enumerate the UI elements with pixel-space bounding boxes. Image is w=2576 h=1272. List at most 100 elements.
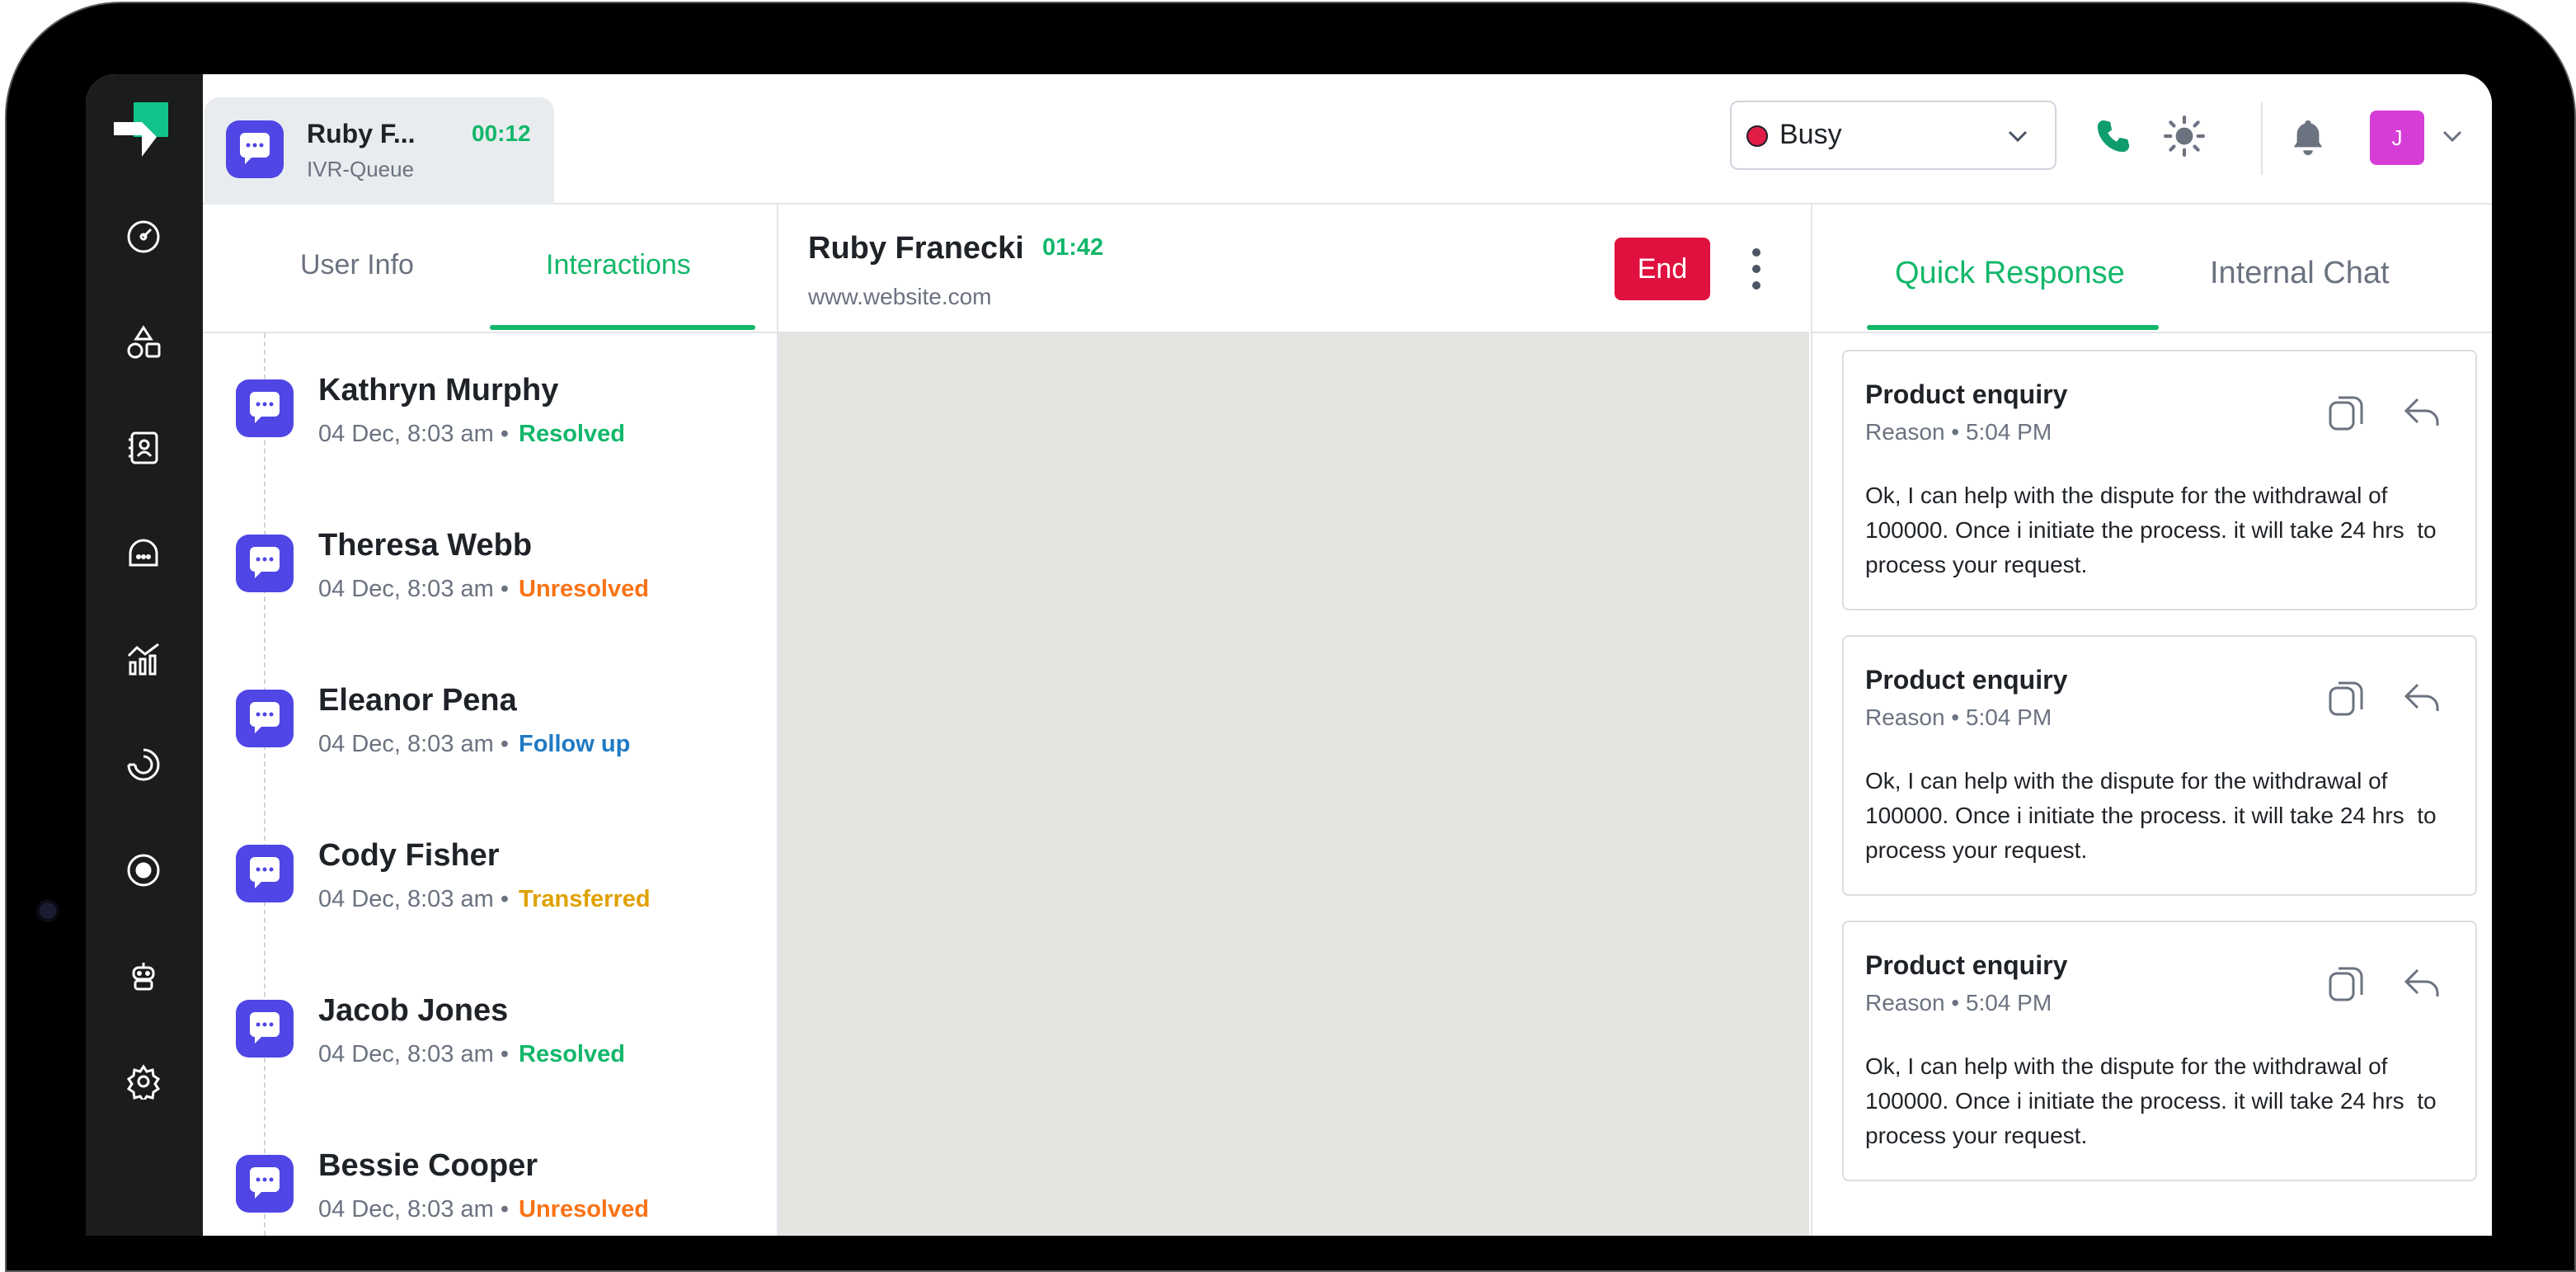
more-options-icon[interactable]: [1748, 246, 1765, 292]
interactions-panel: User Info Interactions Kathryn Murphy 04 …: [203, 205, 778, 1236]
left-tabs: User Info Interactions: [203, 205, 777, 333]
quick-response-card[interactable]: Product enquiry Reason • 5:04 PM Ok, I can…: [1842, 635, 2477, 896]
interaction-date: 04 Dec, 8:03 am •: [318, 576, 509, 602]
sidebar: [86, 74, 203, 1236]
conversation-body: [778, 333, 1809, 1236]
chat-icon[interactable]: [123, 533, 164, 574]
list-item[interactable]: Eleanor Pena 04 Dec, 8:03 am • Follow up: [203, 643, 777, 799]
list-item[interactable]: Jacob Jones 04 Dec, 8:03 am • Resolved: [203, 954, 777, 1109]
chat-bubble-icon: [226, 120, 284, 178]
chevron-down-icon[interactable]: [2436, 111, 2469, 162]
conversation-timer: 01:42: [1042, 234, 1104, 261]
bell-icon[interactable]: [2282, 111, 2334, 162]
copy-icon[interactable]: [2325, 963, 2367, 1005]
chat-bubble-icon: [236, 690, 294, 747]
chat-bubble-icon: [236, 1155, 294, 1213]
response-title: Product enquiry: [1865, 379, 2068, 409]
response-body: Ok, I can help with the dispute for the …: [1865, 1053, 2443, 1148]
interaction-name: Kathryn Murphy: [318, 373, 559, 408]
status-badge: Resolved: [519, 421, 625, 447]
reply-icon[interactable]: [2401, 678, 2442, 719]
brand-logo: [114, 102, 168, 157]
dashboard-icon[interactable]: [123, 216, 164, 257]
status-dropdown[interactable]: Busy: [1730, 101, 2057, 170]
conversation-panel: Ruby Franecki 01:42 www.website.com End: [778, 205, 1809, 1236]
quick-response-card[interactable]: Product enquiry Reason • 5:04 PM Ok, I can…: [1842, 350, 2477, 610]
app-screen: Ruby F... IVR-Queue 00:12 Busy J User In…: [86, 74, 2492, 1236]
active-tab-indicator: [1867, 325, 2159, 330]
status-label: Busy: [1779, 119, 1842, 150]
interaction-meta: 04 Dec, 8:03 am • Follow up: [318, 731, 630, 758]
quick-response-panel: Quick Response Internal Chat Product enq…: [1811, 205, 2492, 1236]
toolbar-divider: [2261, 102, 2263, 175]
interaction-name: Bessie Cooper: [318, 1148, 538, 1183]
tab-quick-response[interactable]: Quick Response: [1895, 256, 2125, 291]
interaction-name: Jacob Jones: [318, 993, 509, 1028]
contact-website: www.website.com: [808, 284, 992, 309]
list-item[interactable]: Kathryn Murphy 04 Dec, 8:03 am • Resolved: [203, 333, 777, 488]
active-call-tab[interactable]: Ruby F... IVR-Queue 00:12: [204, 97, 554, 205]
tab-user-info[interactable]: User Info: [300, 249, 414, 281]
response-subtitle: Reason • 5:04 PM: [1865, 419, 2052, 445]
active-tab-indicator: [490, 325, 755, 330]
response-subtitle: Reason • 5:04 PM: [1865, 990, 2052, 1015]
right-tabs: Quick Response Internal Chat: [1812, 205, 2492, 333]
record-icon[interactable]: [123, 850, 164, 891]
phone-icon[interactable]: [2088, 111, 2139, 162]
interaction-date: 04 Dec, 8:03 am •: [318, 731, 509, 757]
response-title: Product enquiry: [1865, 665, 2068, 695]
interaction-date: 04 Dec, 8:03 am •: [318, 421, 509, 447]
status-badge: Resolved: [519, 1041, 625, 1067]
settings-icon[interactable]: [123, 1061, 164, 1102]
end-button[interactable]: End: [1615, 238, 1710, 300]
conversation-header: Ruby Franecki 01:42 www.website.com End: [778, 205, 1809, 333]
shapes-icon[interactable]: [123, 322, 164, 363]
interaction-name: Eleanor Pena: [318, 683, 517, 718]
interaction-meta: 04 Dec, 8:03 am • Transferred: [318, 886, 651, 913]
interaction-date: 04 Dec, 8:03 am •: [318, 886, 509, 912]
chat-bubble-icon: [236, 535, 294, 592]
copy-icon[interactable]: [2325, 393, 2367, 434]
contacts-icon[interactable]: [123, 427, 164, 469]
interaction-meta: 04 Dec, 8:03 am • Unresolved: [318, 576, 649, 603]
response-body: Ok, I can help with the dispute for the …: [1865, 768, 2443, 863]
interaction-meta: 04 Dec, 8:03 am • Resolved: [318, 1041, 625, 1068]
response-subtitle: Reason • 5:04 PM: [1865, 704, 2052, 730]
interaction-date: 04 Dec, 8:03 am •: [318, 1041, 509, 1067]
chat-bubble-icon: [236, 845, 294, 902]
top-bar: Ruby F... IVR-Queue 00:12 Busy J: [203, 74, 2492, 205]
list-item[interactable]: Cody Fisher 04 Dec, 8:03 am • Transferred: [203, 799, 777, 954]
status-badge: Follow up: [519, 731, 631, 757]
copy-icon[interactable]: [2325, 678, 2367, 719]
list-item[interactable]: Theresa Webb 04 Dec, 8:03 am • Unresolved: [203, 488, 777, 643]
status-badge: Unresolved: [519, 576, 649, 602]
status-badge: Transferred: [519, 886, 651, 912]
avatar[interactable]: J: [2370, 111, 2424, 165]
monitor-icon[interactable]: [123, 744, 164, 785]
quick-response-card[interactable]: Product enquiry Reason • 5:04 PM Ok, I can…: [1842, 921, 2477, 1181]
reply-icon[interactable]: [2401, 963, 2442, 1005]
chevron-down-icon: [2008, 130, 2028, 143]
contact-name: Ruby Franecki: [808, 231, 1024, 266]
response-title: Product enquiry: [1865, 950, 2068, 980]
bot-icon[interactable]: [123, 955, 164, 996]
caller-name: Ruby F...: [307, 119, 416, 148]
tab-interactions[interactable]: Interactions: [546, 249, 691, 281]
caller-queue: IVR-Queue: [307, 157, 415, 181]
status-badge: Unresolved: [519, 1196, 649, 1223]
response-body: Ok, I can help with the dispute for the …: [1865, 483, 2443, 577]
status-dot: [1746, 125, 1768, 147]
interaction-name: Theresa Webb: [318, 528, 533, 563]
call-timer: 00:12: [472, 120, 531, 146]
chat-bubble-icon: [236, 1000, 294, 1058]
camera-dot: [40, 902, 56, 919]
interaction-meta: 04 Dec, 8:03 am • Unresolved: [318, 1196, 649, 1223]
analytics-icon[interactable]: [123, 638, 164, 680]
reply-icon[interactable]: [2401, 393, 2442, 434]
interaction-name: Cody Fisher: [318, 838, 500, 873]
brightness-icon[interactable]: [2159, 111, 2210, 162]
tab-internal-chat[interactable]: Internal Chat: [2210, 256, 2390, 291]
interaction-meta: 04 Dec, 8:03 am • Resolved: [318, 421, 625, 448]
list-item[interactable]: Bessie Cooper 04 Dec, 8:03 am • Unresolved: [203, 1109, 777, 1236]
chat-bubble-icon: [236, 379, 294, 437]
